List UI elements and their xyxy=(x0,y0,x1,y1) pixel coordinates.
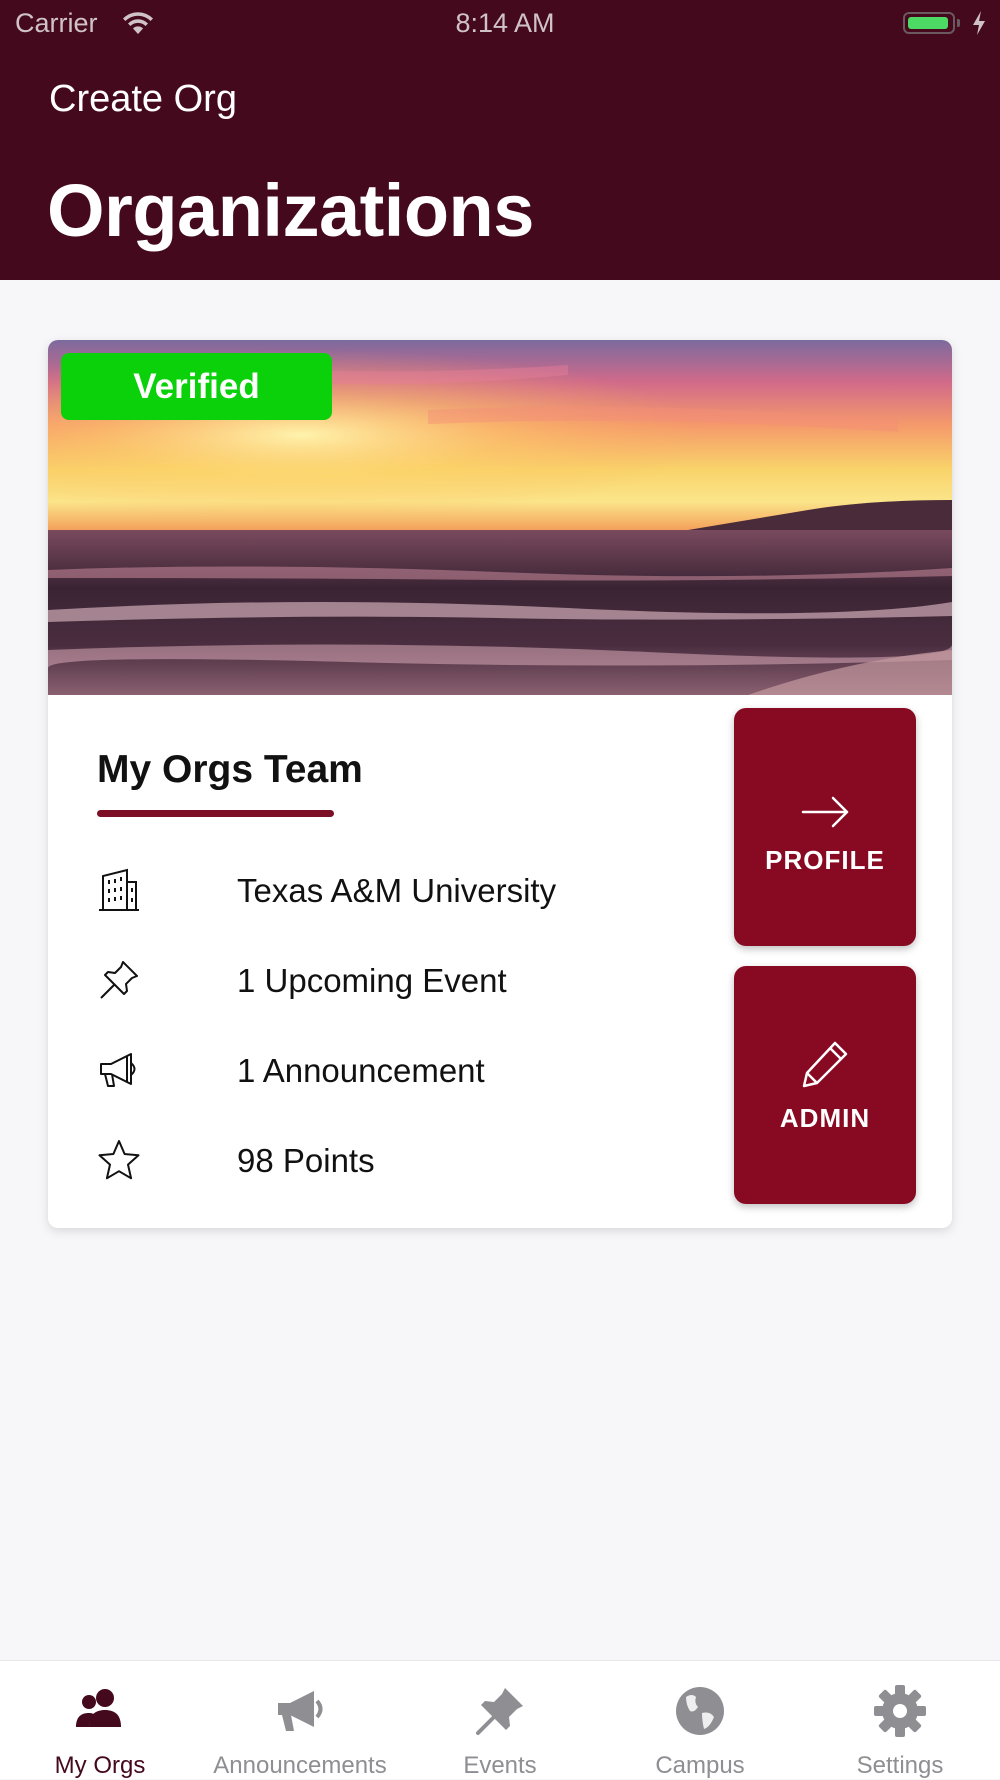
gear-icon xyxy=(874,1685,926,1737)
tab-label-my-orgs: My Orgs xyxy=(54,1752,146,1779)
create-org-button[interactable]: Create Org xyxy=(49,78,237,121)
profile-button[interactable]: PROFILE xyxy=(734,708,916,946)
tab-settings[interactable]: Settings xyxy=(800,1661,1000,1779)
profile-button-label: PROFILE xyxy=(765,845,885,875)
announcement-text: 1 Announcement xyxy=(237,1052,485,1089)
info-row-events: 1 Upcoming Event xyxy=(97,950,697,1010)
tab-label-settings: Settings xyxy=(856,1752,944,1779)
building-icon xyxy=(99,868,139,911)
header: Carrier 8:14 AM Create Org Organizations xyxy=(0,0,1000,280)
info-row-university: Texas A&M University xyxy=(97,860,697,920)
tab-label-campus: Campus xyxy=(655,1752,745,1779)
org-name-underline xyxy=(97,810,334,817)
status-bar: Carrier 8:14 AM xyxy=(0,0,1000,50)
tab-bar: My Orgs Announcements Events Campus Sett… xyxy=(0,1660,1000,1779)
tab-announcements[interactable]: Announcements xyxy=(200,1661,400,1779)
charging-icon xyxy=(973,11,985,35)
info-row-points: 98 Points xyxy=(97,1130,697,1190)
page-title: Organizations xyxy=(47,169,534,252)
arrow-right-icon xyxy=(801,796,849,828)
battery-level xyxy=(908,17,948,29)
points-text: 98 Points xyxy=(237,1142,375,1179)
star-icon xyxy=(98,1140,140,1180)
globe-icon xyxy=(676,1687,724,1735)
admin-button-label: ADMIN xyxy=(779,1103,871,1133)
admin-button[interactable]: ADMIN xyxy=(734,966,916,1204)
university-text: Texas A&M University xyxy=(237,872,557,909)
megaphone-icon xyxy=(100,1053,136,1087)
pin-icon xyxy=(476,1688,523,1735)
info-row-announcements: 1 Announcement xyxy=(97,1040,697,1100)
megaphone-icon xyxy=(278,1691,323,1731)
users-icon xyxy=(76,1689,121,1727)
pencil-icon xyxy=(802,1041,848,1088)
tab-label-announcements: Announcements xyxy=(213,1752,387,1779)
clock: 8:14 AM xyxy=(455,8,555,38)
battery-tip xyxy=(957,19,960,27)
org-card[interactable]: Verified My Orgs Team Texas A&M Universi… xyxy=(48,340,952,1228)
org-name: My Orgs Team xyxy=(97,748,363,791)
upcoming-event-text: 1 Upcoming Event xyxy=(237,962,507,999)
tab-campus[interactable]: Campus xyxy=(600,1661,800,1779)
battery-icon xyxy=(903,12,955,34)
tab-label-events: Events xyxy=(463,1752,537,1779)
tab-events[interactable]: Events xyxy=(400,1661,600,1779)
verified-badge: Verified xyxy=(61,353,332,420)
tab-my-orgs[interactable]: My Orgs xyxy=(0,1661,200,1779)
pin-icon xyxy=(100,961,138,999)
